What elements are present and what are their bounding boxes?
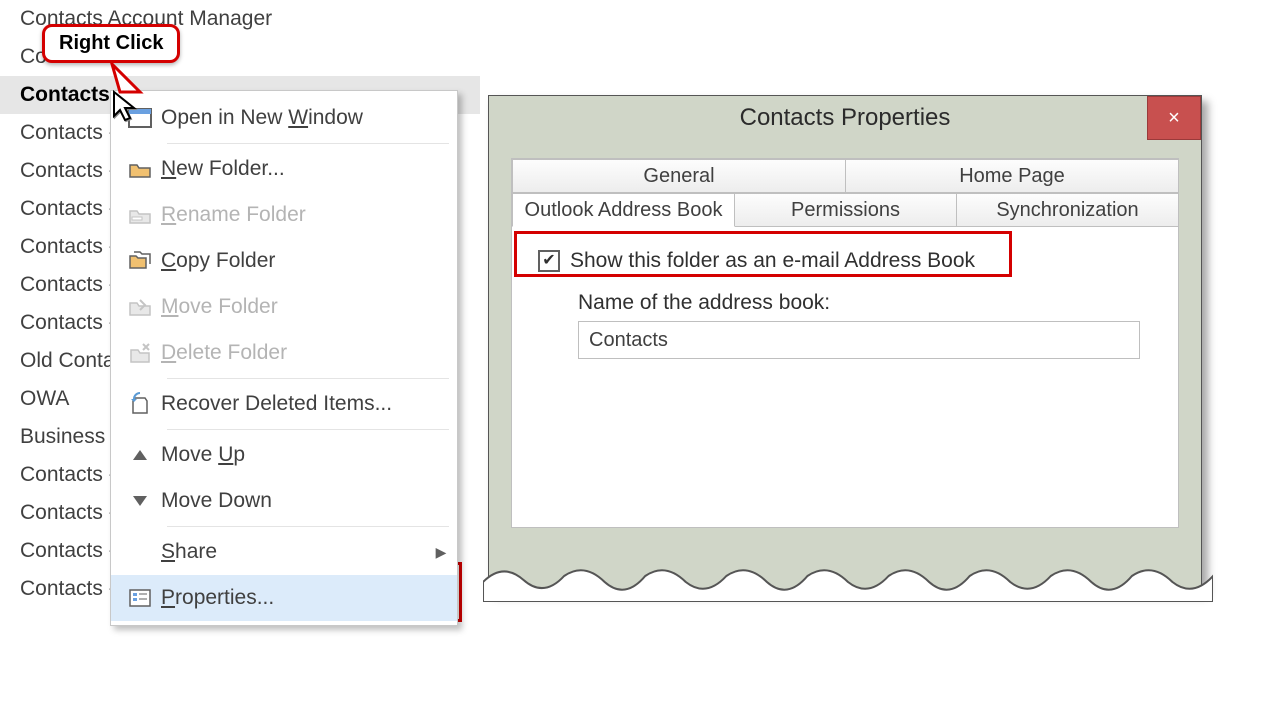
context-menu-item[interactable]: Copy Folder [111,238,457,284]
context-menu-label: Delete Folder [161,341,451,365]
down-icon [119,494,161,508]
address-book-name-input[interactable]: Contacts [578,321,1140,359]
callout-text: Right Click [59,32,163,54]
copy-icon [119,250,161,272]
outlook-address-book-panel: ✔ Show this folder as an e-mail Address … [512,227,1178,527]
submenu-arrow-icon: ▶ [431,544,451,561]
context-menu-label: Share [161,540,431,564]
context-menu-item[interactable]: New Folder... [111,146,457,192]
context-menu-separator [167,143,449,144]
context-menu-item[interactable]: Recover Deleted Items... [111,381,457,427]
props-icon [119,588,161,608]
tab-permissions[interactable]: Permissions [734,193,957,227]
folder-icon [119,159,161,179]
show-as-address-book-checkbox[interactable]: ✔ [538,250,560,272]
right-click-callout: Right Click [42,24,180,63]
context-menu-item[interactable]: Move Down [111,478,457,524]
tab-outlook-address-book[interactable]: Outlook Address Book [512,193,735,227]
context-menu-item[interactable]: Move Up [111,432,457,478]
context-menu-label: New Folder... [161,157,451,181]
context-menu-item: Move Folder [111,284,457,330]
delete-icon [119,342,161,364]
dialog-body: GeneralHome Page Outlook Address BookPer… [511,158,1179,528]
show-as-address-book-row[interactable]: ✔ Show this folder as an e-mail Address … [532,245,1158,277]
torn-edge [483,562,1213,602]
context-menu-label: Move Up [161,443,451,467]
cursor-icon [112,90,140,130]
context-menu-item: Rename Folder [111,192,457,238]
address-book-name-value: Contacts [589,329,668,352]
tab-home-page[interactable]: Home Page [845,159,1179,193]
context-menu-item: Delete Folder [111,330,457,376]
context-menu-label: Copy Folder [161,249,451,273]
context-menu-label: Move Folder [161,295,451,319]
context-menu-label: Rename Folder [161,203,451,227]
move-icon [119,297,161,317]
context-menu-separator [167,378,449,379]
context-menu-label: Recover Deleted Items... [161,392,451,416]
context-menu-label: Open in New Window [161,106,451,130]
context-menu-separator [167,526,449,527]
up-icon [119,448,161,462]
context-menu-item[interactable]: Open in New Window [111,95,457,141]
dialog-title: Contacts Properties [489,96,1201,140]
contacts-properties-dialog: Contacts Properties × GeneralHome Page O… [488,95,1202,591]
context-menu-label: Properties... [161,586,451,610]
tab-row-2: Outlook Address BookPermissionsSynchroni… [512,193,1178,227]
tab-synchronization[interactable]: Synchronization [956,193,1179,227]
tab-general[interactable]: General [512,159,846,193]
recover-icon [119,392,161,416]
rename-icon [119,205,161,225]
close-icon: × [1168,107,1180,130]
tab-row-1: GeneralHome Page [512,159,1178,193]
address-book-name-label: Name of the address book: [578,291,1158,315]
context-menu-separator [167,429,449,430]
folder-context-menu: Open in New Window New Folder... Rename Fo… [110,90,458,626]
close-button[interactable]: × [1147,96,1201,140]
context-menu-item[interactable]: Properties... [111,575,457,621]
dialog-title-text: Contacts Properties [740,104,951,132]
show-as-address-book-label: Show this folder as an e-mail Address Bo… [570,249,975,273]
context-menu-item[interactable]: Share▶ [111,529,457,575]
context-menu-label: Move Down [161,489,451,513]
